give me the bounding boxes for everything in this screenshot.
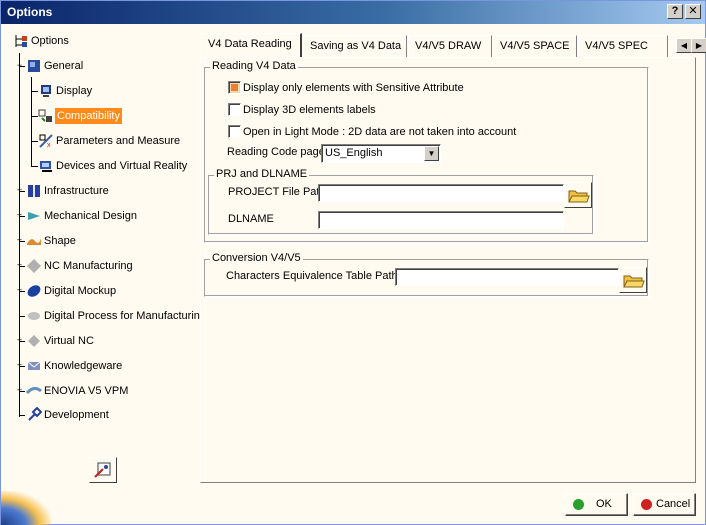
tree-item-label: Shape xyxy=(44,235,76,247)
prj-group-title: PRJ and DLNAME xyxy=(214,168,310,180)
nc-manufacturing-icon xyxy=(27,259,41,273)
expand-icon[interactable]: + xyxy=(15,336,24,346)
ok-label: OK xyxy=(596,498,612,510)
svg-text:x: x xyxy=(47,142,51,149)
sensitive-attribute-checkbox[interactable] xyxy=(228,81,241,94)
folder-icon xyxy=(623,275,645,288)
tree-item-label-selected: Compatibility xyxy=(55,108,122,124)
tree-item-label: Options xyxy=(31,35,69,47)
equivalence-browse-button[interactable] xyxy=(619,267,647,293)
sensitive-attribute-label: Display only elements with Sensitive Att… xyxy=(243,82,464,94)
general-icon xyxy=(28,60,40,72)
project-browse-button[interactable] xyxy=(564,182,592,208)
ok-button[interactable]: OK xyxy=(565,493,628,516)
knowledgeware-icon xyxy=(27,361,41,370)
tree-item-label: NC Manufacturing xyxy=(44,260,133,272)
code-page-label: Reading Code page xyxy=(227,146,325,158)
tree-item-label: Development xyxy=(44,409,109,421)
tree-item-label: Parameters and Measure xyxy=(56,135,181,147)
tree-item-label: Virtual NC xyxy=(44,335,94,347)
chevron-down-icon[interactable]: ▼ xyxy=(424,146,439,161)
code-page-select[interactable]: US_English ▼ xyxy=(321,144,441,163)
infrastructure-icon xyxy=(28,185,40,197)
digital-process-icon xyxy=(28,312,40,320)
equivalence-table-input[interactable] xyxy=(395,268,619,286)
dlname-input[interactable] xyxy=(318,211,564,229)
display-icon xyxy=(41,85,51,97)
expand-icon[interactable]: + xyxy=(15,236,24,246)
tab-v4v5-spec[interactable]: V4/V5 SPEC xyxy=(578,35,668,57)
expand-icon[interactable]: + xyxy=(15,186,24,196)
folder-icon xyxy=(568,190,590,203)
collapse-icon[interactable]: − xyxy=(15,61,24,71)
expand-icon[interactable]: + xyxy=(15,211,24,221)
expand-icon[interactable]: + xyxy=(15,286,24,296)
reset-options-icon xyxy=(94,462,111,478)
dlname-label: DLNAME xyxy=(228,213,274,225)
expand-icon[interactable]: + xyxy=(15,261,24,271)
tab-saving-as-v4-data[interactable]: Saving as V4 Data xyxy=(303,35,407,57)
window-title: Options xyxy=(7,5,53,19)
close-button[interactable]: ✕ xyxy=(685,4,701,19)
options-dialog: Options ? ✕ Options − General Display Co… xyxy=(0,0,706,525)
light-mode-checkbox[interactable] xyxy=(228,125,241,138)
light-mode-label: Open in Light Mode : 2D data are not tak… xyxy=(243,126,517,138)
virtual-nc-icon xyxy=(28,335,40,347)
tab-v4v5-draw[interactable]: V4/V5 DRAW xyxy=(408,35,492,57)
cancel-label: Cancel xyxy=(656,498,691,510)
3d-labels-label: Display 3D elements labels xyxy=(243,104,376,116)
mechanical-design-icon xyxy=(28,212,40,220)
development-icon xyxy=(28,407,42,421)
conversion-group-title: Conversion V4/V5 xyxy=(210,252,303,264)
parameters-icon: x xyxy=(39,134,53,149)
enovia-icon xyxy=(26,386,42,395)
code-page-value: US_English xyxy=(325,147,383,159)
tab-scroll-left-icon[interactable]: ◀ xyxy=(676,38,692,53)
tree-item-label: Digital Mockup xyxy=(44,285,117,297)
shape-icon xyxy=(27,238,41,245)
tree-connector xyxy=(31,141,38,142)
reset-options-button[interactable] xyxy=(89,457,117,483)
tree-item-label: General xyxy=(44,60,84,72)
tab-strip: V4 Data Reading Saving as V4 Data V4/V5 … xyxy=(200,33,670,58)
expand-icon[interactable]: + xyxy=(15,361,24,371)
3d-labels-checkbox[interactable] xyxy=(228,103,241,116)
equivalence-table-label: Characters Equivalence Table Path xyxy=(226,270,398,282)
cancel-button[interactable]: Cancel xyxy=(633,493,696,516)
tree-item-label: Infrastructure xyxy=(44,185,109,197)
tree-connector xyxy=(31,166,38,167)
tab-scroll-right-icon[interactable]: ▶ xyxy=(691,38,706,53)
tree-connector xyxy=(19,415,25,416)
tab-v4v5-space[interactable]: V4/V5 SPACE xyxy=(493,35,577,57)
tree-connector xyxy=(31,116,38,117)
tree-item-label: Display xyxy=(56,85,93,97)
title-bar[interactable]: Options ? ✕ xyxy=(1,1,705,24)
tree-connector xyxy=(31,91,38,92)
digital-mockup-icon xyxy=(27,285,41,297)
tree-item-label: Knowledgeware xyxy=(44,360,123,372)
tab-v4-data-reading[interactable]: V4 Data Reading xyxy=(201,33,302,58)
options-tree-icon xyxy=(15,35,27,47)
expand-icon[interactable]: + xyxy=(15,386,24,396)
cancel-icon xyxy=(641,499,652,510)
globe-decoration xyxy=(1,491,51,525)
devices-icon xyxy=(40,161,52,172)
help-button[interactable]: ? xyxy=(667,4,683,19)
project-path-input[interactable] xyxy=(318,184,564,202)
tree-item-label: ENOVIA V5 VPM xyxy=(44,385,129,397)
tree-item-label: Devices and Virtual Reality xyxy=(56,160,188,172)
project-path-label: PROJECT File Path xyxy=(228,186,326,198)
compatibility-icon xyxy=(38,109,52,122)
options-tree: Options − General Display Compatibility … xyxy=(1,25,206,521)
tree-item-label: Digital Process for Manufacturing xyxy=(44,310,207,322)
tree-item-label: Mechanical Design xyxy=(44,210,137,222)
tree-connector xyxy=(19,316,25,317)
ok-icon xyxy=(573,499,584,510)
reading-group-title: Reading V4 Data xyxy=(210,60,298,72)
